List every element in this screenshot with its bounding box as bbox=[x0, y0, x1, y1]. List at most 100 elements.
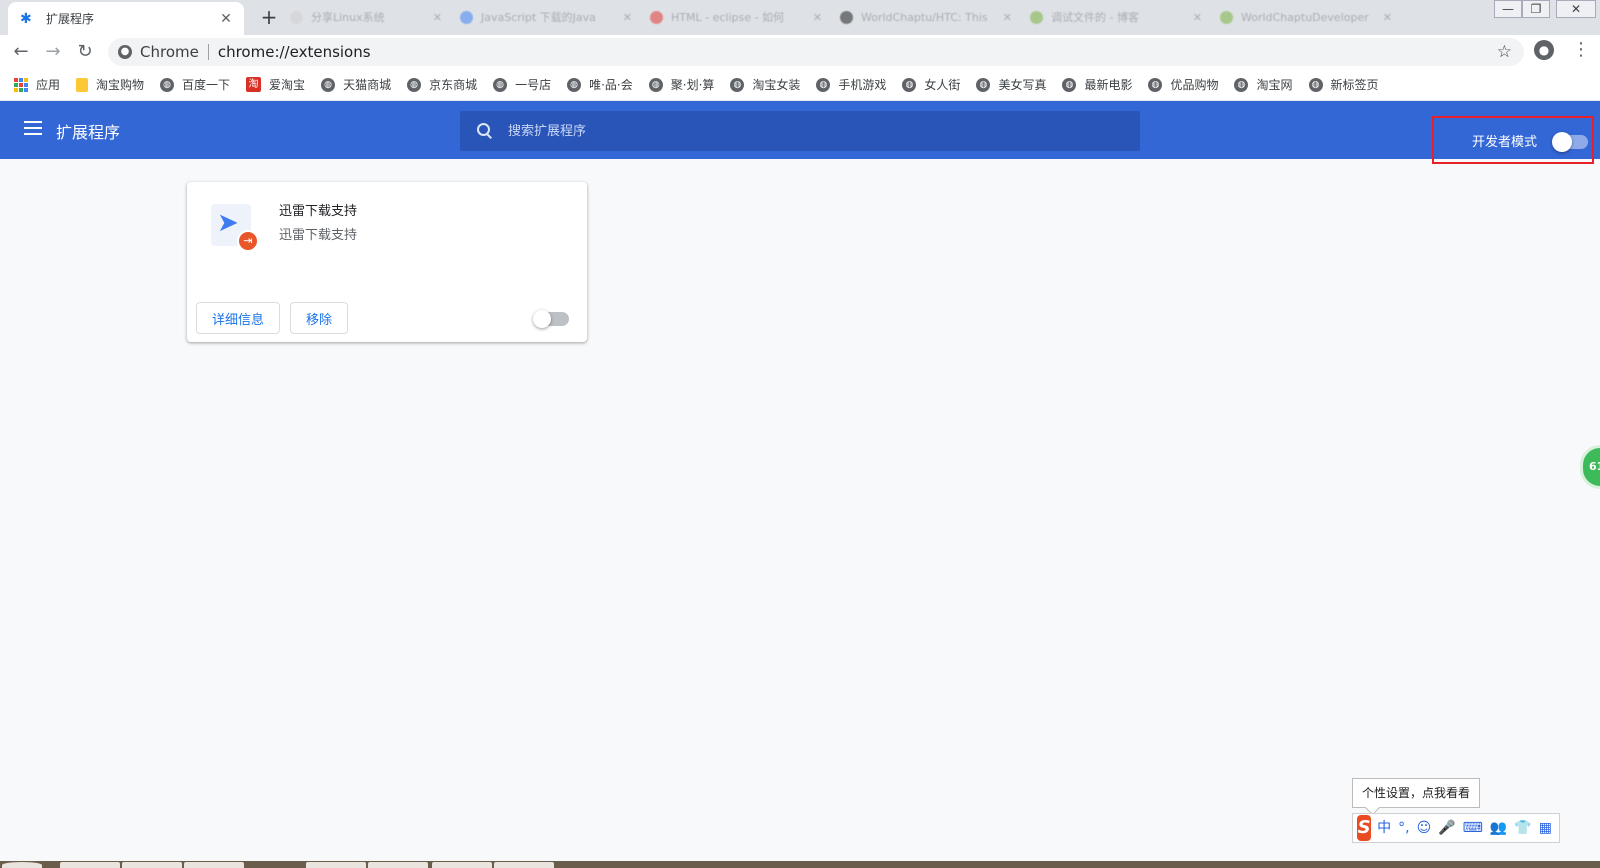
reload-button[interactable]: ↻ bbox=[72, 39, 98, 65]
extension-description: 迅雷下载支持 bbox=[279, 228, 358, 243]
tab-title: 扩展程序 bbox=[46, 12, 95, 26]
thunder-extension-icon: ➤ ⇥ bbox=[211, 204, 259, 252]
page-title: 扩展程序 bbox=[56, 123, 121, 142]
bookmark-label: 天猫商城 bbox=[343, 78, 392, 92]
chrome-menu-icon[interactable]: ⋮ bbox=[1572, 38, 1590, 62]
background-tab[interactable]: 调试文件的 - 博客 ✕ bbox=[1030, 6, 1210, 28]
globe-icon: ◍ bbox=[160, 77, 175, 92]
globe-icon: ◍ bbox=[976, 77, 991, 92]
profile-avatar-icon[interactable]: ● bbox=[1534, 40, 1554, 60]
toggle-knob bbox=[1552, 132, 1572, 152]
bookmark-label: 淘宝网 bbox=[1256, 78, 1293, 92]
bookmark-item[interactable]: ◍ 淘宝网 bbox=[1234, 76, 1293, 93]
bookmark-label: 女人街 bbox=[924, 78, 961, 92]
taskbar-app[interactable] bbox=[122, 862, 182, 868]
bookmark-item[interactable]: ◍ 聚·划·算 bbox=[648, 76, 714, 93]
tab-extensions[interactable]: ✱ 扩展程序 ✕ bbox=[8, 2, 244, 35]
users-icon[interactable]: 👥 bbox=[1490, 814, 1507, 842]
globe-icon: ◍ bbox=[1148, 77, 1163, 92]
globe-icon: ◍ bbox=[648, 77, 663, 92]
address-url[interactable]: chrome://extensions bbox=[218, 43, 371, 61]
developer-mode-highlight: 开发者模式 bbox=[1432, 116, 1594, 164]
bookmark-label: 优品购物 bbox=[1170, 78, 1219, 92]
punctuation-icon[interactable]: °, bbox=[1398, 814, 1409, 842]
address-bar[interactable]: ● Chrome chrome://extensions ☆ bbox=[108, 38, 1524, 66]
skin-icon[interactable]: 👕 bbox=[1514, 814, 1531, 842]
taskbar-app[interactable] bbox=[432, 862, 492, 868]
bookmark-item[interactable]: ◍ 淘宝女装 bbox=[730, 76, 800, 93]
toggle-knob bbox=[533, 310, 551, 328]
restore-button[interactable]: ❐ bbox=[1522, 0, 1550, 18]
bookmarks-bar: 应用 淘宝购物 ◍ 百度一下 淘 爱淘宝 ◍ 天猫商城 ◍ 京东商城 ◍ 一号店… bbox=[0, 69, 1600, 101]
search-input[interactable] bbox=[508, 123, 1108, 139]
keyboard-icon[interactable]: ⌨ bbox=[1463, 814, 1483, 842]
developer-mode-toggle[interactable] bbox=[1552, 132, 1588, 152]
background-tab[interactable]: JavaScript 下载的Java ✕ bbox=[460, 6, 640, 28]
bookmark-label: 京东商城 bbox=[429, 78, 478, 92]
taskbar-app[interactable] bbox=[494, 862, 554, 868]
taskbar-app[interactable] bbox=[306, 862, 366, 868]
details-button[interactable]: 详细信息 bbox=[196, 302, 281, 334]
bookmark-label: 新标签页 bbox=[1330, 78, 1379, 92]
bookmark-item[interactable]: ◍ 手机游戏 bbox=[816, 76, 886, 93]
extension-name: 迅雷下载支持 bbox=[279, 204, 358, 219]
new-tab-button[interactable]: + bbox=[256, 6, 282, 30]
bookmark-label: 唯·品·会 bbox=[589, 78, 633, 92]
background-tab[interactable]: 分享Linux系统 ✕ bbox=[290, 6, 450, 28]
github-icon bbox=[840, 10, 853, 24]
address-separator bbox=[207, 44, 209, 60]
tab-favicon bbox=[1220, 10, 1233, 24]
chinese-mode-icon[interactable]: 中 bbox=[1377, 814, 1391, 842]
back-button[interactable]: ← bbox=[8, 39, 34, 65]
bookmark-label: 百度一下 bbox=[182, 78, 231, 92]
tab-close-icon[interactable]: ✕ bbox=[218, 11, 234, 27]
bookmark-item[interactable]: ◍ 新标签页 bbox=[1308, 76, 1379, 93]
background-tab[interactable]: HTML - eclipse - 如何 ✕ bbox=[650, 6, 830, 28]
background-tab[interactable]: WorldChaptuDeveloper ✕ bbox=[1220, 6, 1400, 28]
globe-icon: ◍ bbox=[1234, 77, 1249, 92]
taskbar bbox=[0, 861, 1600, 868]
bookmark-item[interactable]: ◍ 一号店 bbox=[493, 76, 551, 93]
start-button[interactable] bbox=[2, 862, 42, 868]
bookmark-item[interactable]: ◍ 天猫商城 bbox=[321, 76, 391, 93]
badge-icon: ⇥ bbox=[237, 230, 259, 252]
bookmark-item[interactable]: ◍ 美女写真 bbox=[976, 76, 1046, 93]
tab-favicon bbox=[1030, 10, 1043, 24]
emoji-icon[interactable]: ☺ bbox=[1417, 814, 1432, 842]
globe-icon: ◍ bbox=[407, 77, 422, 92]
bookmark-item[interactable]: 应用 bbox=[14, 76, 60, 93]
taskbar-app[interactable] bbox=[368, 862, 428, 868]
microphone-icon[interactable]: 🎤 bbox=[1438, 814, 1455, 842]
forward-button[interactable]: → bbox=[40, 39, 66, 65]
floating-speed-badge[interactable]: 61 bbox=[1580, 445, 1600, 489]
bookmark-label: 应用 bbox=[36, 78, 61, 92]
background-tab-title: JavaScript 下载的Java bbox=[481, 11, 596, 24]
bookmark-item[interactable]: ◍ 最新电影 bbox=[1062, 76, 1132, 93]
bookmark-item[interactable]: ◍ 女人街 bbox=[902, 76, 960, 93]
bird-icon: ➤ bbox=[217, 208, 239, 238]
extension-enable-toggle[interactable] bbox=[533, 310, 569, 328]
bookmark-item[interactable]: ◍ 百度一下 bbox=[160, 76, 230, 93]
close-window-button[interactable]: ✕ bbox=[1556, 0, 1596, 18]
bookmark-item[interactable]: ◍ 唯·品·会 bbox=[567, 76, 633, 93]
site-info-icon[interactable]: ● bbox=[118, 45, 132, 59]
background-tab[interactable]: WorldChaptu/HTC: This ✕ bbox=[840, 6, 1020, 28]
extension-card: ➤ ⇥ 迅雷下载支持 迅雷下载支持 详细信息 移除 bbox=[187, 182, 587, 342]
taskbar-app[interactable] bbox=[184, 862, 244, 868]
background-tab-title: HTML - eclipse - 如何 bbox=[671, 11, 784, 24]
minimize-button[interactable]: — bbox=[1494, 0, 1522, 18]
globe-icon: ◍ bbox=[730, 77, 745, 92]
taskbar-app[interactable] bbox=[60, 862, 120, 868]
bookmark-item[interactable]: ◍ 优品购物 bbox=[1148, 76, 1218, 93]
tab-strip: ✱ 扩展程序 ✕ + 分享Linux系统 ✕ JavaScript 下载的Java… bbox=[0, 0, 1600, 35]
hamburger-menu-icon[interactable] bbox=[24, 121, 42, 135]
extensions-header: 扩展程序 开发者模式 bbox=[0, 101, 1600, 164]
extension-search[interactable] bbox=[460, 111, 1140, 151]
remove-button[interactable]: 移除 bbox=[290, 302, 349, 334]
sogou-logo-icon[interactable]: S bbox=[1357, 815, 1372, 841]
bookmark-star-icon[interactable]: ☆ bbox=[1497, 42, 1512, 62]
bookmark-item[interactable]: 淘 爱淘宝 bbox=[246, 76, 305, 93]
bookmark-item[interactable]: ◍ 京东商城 bbox=[407, 76, 477, 93]
bookmark-item[interactable]: 淘宝购物 bbox=[76, 76, 144, 93]
toolbox-icon[interactable]: ▦ bbox=[1539, 814, 1552, 842]
